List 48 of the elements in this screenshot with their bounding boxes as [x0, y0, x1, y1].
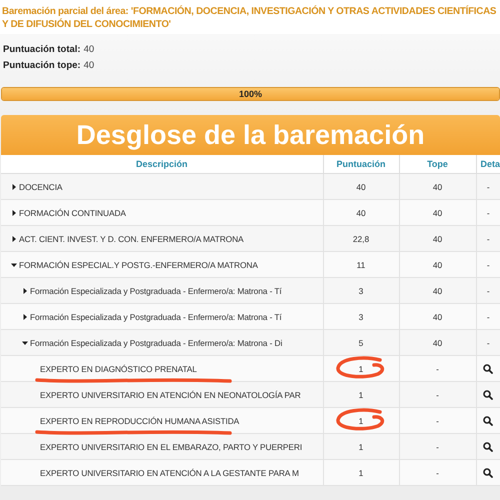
cap-value: - — [399, 460, 476, 486]
column-header: Deta — [476, 155, 500, 174]
score-value: 22,8 — [352, 234, 370, 244]
row-description: EXPERTO UNIVERSITARIO EN ATENCIÓN EN NEONATOLOGÍA PAR — [40, 390, 301, 400]
row-description[interactable]: FORMACIÓN CONTINUADA — [19, 208, 126, 218]
score-value: 5 — [358, 338, 364, 348]
score-label: Puntuación tope: — [3, 60, 81, 71]
cap-value: 40 — [399, 174, 476, 200]
row-description: EXPERTO UNIVERSITARIO EN EL EMBARAZO, PARTO Y PUERPERI — [40, 442, 302, 452]
row-description[interactable]: FORMACIÓN ESPECIAL.Y POSTG.-ENFERMERO/A MATRONA — [19, 260, 258, 270]
row-description: EXPERTO EN DIAGNÓSTICO PRENATAL — [40, 364, 197, 374]
score-value: 11 — [356, 260, 366, 270]
score-value: 1 — [358, 442, 364, 452]
detail-value: - — [476, 330, 500, 356]
cap-value: 40 — [399, 278, 476, 304]
cap-value: - — [399, 382, 476, 408]
section-heading: Baremación parcial del área: 'FORMACIÓN, DOCENCIA, INVESTIGACIÓN Y OTRAS ACTIVIDADES CIENTÍFICAS Y DE DIFUSIÓN DEL CONOCIMIENTO' — [2, 5, 498, 31]
score-value: 40 — [84, 44, 94, 55]
score-value: 3 — [358, 286, 364, 296]
search-icon[interactable] — [483, 390, 494, 400]
row-description[interactable]: DOCENCIA — [19, 182, 62, 192]
cap-value: 40 — [399, 330, 476, 356]
detail-value: - — [476, 174, 500, 200]
score-value: 1 — [358, 364, 364, 374]
score-value: 3 — [358, 312, 364, 322]
score-value: 40 — [84, 60, 94, 71]
detail-value: - — [476, 278, 500, 304]
row-description: EXPERTO EN REPRODUCCIÓN HUMANA ASISTIDA — [40, 416, 240, 426]
column-header: Descripción — [1, 155, 323, 174]
search-icon[interactable] — [483, 364, 494, 374]
score-value: 40 — [356, 182, 366, 192]
progress-reading: 100% — [238, 88, 264, 100]
detail-value: - — [476, 226, 500, 252]
score-label: Puntuación total: — [3, 44, 81, 55]
score-value: 1 — [358, 468, 364, 478]
score-value: 1 — [358, 390, 364, 400]
panel-title: Desglose de la baremación — [1, 115, 500, 155]
row-description[interactable]: Formación Especializada y Postgraduada - Enfermero/a: Matrona - Tí — [30, 312, 282, 322]
cap-value: 40 — [399, 226, 476, 252]
search-icon[interactable] — [483, 416, 494, 426]
search-icon[interactable] — [483, 468, 494, 478]
column-header: Puntuación — [323, 155, 399, 174]
row-description: EXPERTO UNIVERSITARIO EN ATENCIÓN A LA GESTANTE PARA M — [40, 468, 299, 478]
score-value: 1 — [358, 416, 364, 426]
score-value: 40 — [356, 208, 366, 218]
cap-value: - — [399, 434, 476, 460]
search-icon[interactable] — [483, 442, 494, 452]
column-header: Tope — [399, 155, 476, 174]
